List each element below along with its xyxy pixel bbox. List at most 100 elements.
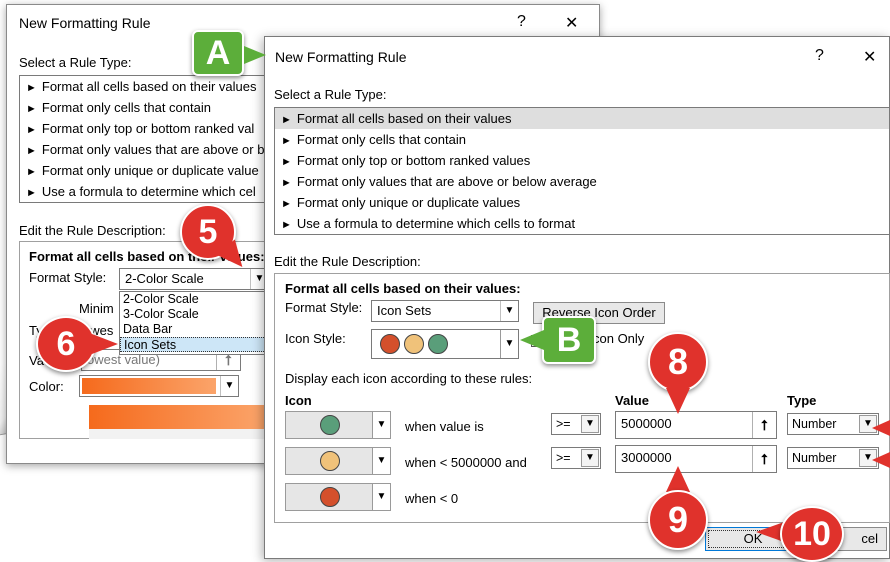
chevron-down-icon[interactable]: ▼ — [372, 412, 390, 438]
front-rule-item[interactable]: ► Format only cells that contain — [275, 129, 889, 150]
back-format-style-select[interactable]: 2-Color Scale ▼ — [119, 268, 269, 290]
back-select-rule-type-label: Select a Rule Type: — [19, 55, 132, 70]
callout-9-pointer — [666, 466, 690, 492]
back-preview-shadow — [89, 429, 265, 439]
dropdown-option[interactable]: 3-Color Scale — [120, 307, 268, 322]
front-close-button[interactable]: ✕ — [863, 47, 876, 67]
rule3-icon-select[interactable]: ▼ — [285, 483, 391, 511]
callout-9-badge: 9 — [648, 490, 708, 550]
display-rules-label: Display each icon according to these rul… — [285, 371, 533, 386]
rule1-operator-select[interactable]: >= ▼ — [551, 413, 601, 435]
front-rule-item[interactable]: ► Format only values that are above or be… — [275, 171, 889, 192]
front-rule-item[interactable]: ► Format only unique or duplicate values — [275, 192, 889, 213]
rule2-value-input[interactable]: 3000000 ⭡ — [615, 445, 777, 473]
chevron-down-icon[interactable]: ▼ — [372, 484, 390, 510]
chevron-down-icon[interactable]: ▼ — [500, 301, 518, 321]
front-select-rule-type-label: Select a Rule Type: — [274, 87, 387, 102]
front-rule-type-list[interactable]: ► Format all cells based on their values … — [274, 107, 890, 235]
rule2-operator-select[interactable]: >= ▼ — [551, 447, 601, 469]
callout-6-badge: 6 — [36, 316, 96, 372]
arrow-icon: ► — [281, 219, 292, 231]
callout-8-badge: 8 — [648, 332, 708, 392]
rule1-condition: when value is — [405, 419, 484, 434]
color-swatch — [82, 378, 216, 394]
back-close-button[interactable]: ✕ — [565, 13, 578, 33]
arrow-icon: ► — [26, 166, 37, 178]
callout-b-badge: B — [542, 316, 596, 364]
upload-arrow-icon[interactable]: ⭡ — [752, 446, 776, 472]
back-preview-bar — [89, 405, 265, 429]
front-rule-item[interactable]: ► Use a formula to determine which cells … — [275, 213, 889, 234]
back-format-style-dropdown[interactable]: 2-Color Scale 3-Color Scale Data Bar Ico… — [119, 291, 269, 355]
back-color-select[interactable]: ▼ — [79, 375, 239, 397]
green-circle-icon — [428, 334, 448, 354]
icon-style-select[interactable]: ▼ — [371, 329, 519, 359]
show-icon-only-label: con Only — [593, 331, 645, 346]
red-circle-icon — [380, 334, 400, 354]
rule2-type-select[interactable]: Number ▼ — [787, 447, 879, 469]
yellow-circle-icon — [404, 334, 424, 354]
chevron-down-icon[interactable]: ▼ — [372, 448, 390, 474]
back-rule-item[interactable]: ► Format all cells based on their values — [20, 76, 270, 97]
rule3-condition: when < 0 — [405, 491, 459, 506]
col-type-header: Type — [787, 393, 817, 408]
back-format-style-label: Format Style: — [29, 270, 107, 285]
arrow-icon: ► — [26, 103, 37, 115]
back-rule-type-list[interactable]: ► Format all cells based on their values … — [19, 75, 271, 203]
arrow-icon: ► — [26, 82, 37, 94]
callout-edge-pointer-bottom — [872, 452, 890, 468]
chevron-down-icon[interactable]: ▼ — [500, 330, 518, 358]
rule2-condition: when < 5000000 and — [405, 455, 527, 470]
back-rule-item[interactable]: ► Format only values that are above or b — [20, 139, 270, 160]
callout-8-pointer — [666, 388, 690, 414]
front-format-style-label: Format Style: — [285, 300, 363, 315]
arrow-icon: ► — [281, 114, 292, 126]
rule1-icon-select[interactable]: ▼ — [285, 411, 391, 439]
front-rule-item[interactable]: ► Format only top or bottom ranked values — [275, 150, 889, 171]
dropdown-option[interactable]: Data Bar — [120, 322, 268, 337]
upload-arrow-icon[interactable]: ⭡ — [752, 412, 776, 438]
front-edit-rule-label: Edit the Rule Description: — [274, 254, 421, 269]
chevron-down-icon[interactable]: ▼ — [581, 415, 599, 433]
back-rule-item[interactable]: ► Format only top or bottom ranked val — [20, 118, 270, 139]
arrow-icon: ► — [26, 124, 37, 136]
front-help-button[interactable]: ? — [815, 47, 824, 65]
dropdown-option[interactable]: 2-Color Scale — [120, 292, 268, 307]
front-dialog: New Formatting Rule ? ✕ Select a Rule Ty… — [264, 36, 890, 559]
callout-a-pointer — [244, 46, 266, 64]
arrow-icon: ► — [26, 187, 37, 199]
back-rule-item[interactable]: ► Format only unique or duplicate value — [20, 160, 270, 181]
front-format-style-select[interactable]: Icon Sets ▼ — [371, 300, 519, 322]
chevron-down-icon[interactable]: ▼ — [220, 376, 238, 396]
col-icon-header: Icon — [285, 393, 312, 408]
back-edit-rule-label: Edit the Rule Description: — [19, 223, 166, 238]
arrow-icon: ► — [281, 177, 292, 189]
yellow-circle-icon — [320, 451, 340, 471]
callout-edge-pointer-top — [872, 420, 890, 436]
front-icon-style-label: Icon Style: — [285, 331, 346, 346]
front-dialog-title: New Formatting Rule — [275, 49, 407, 65]
chevron-down-icon[interactable]: ▼ — [581, 449, 599, 467]
callout-6-pointer — [92, 334, 118, 354]
callout-10-badge: 10 — [780, 506, 844, 562]
back-dialog-title: New Formatting Rule — [19, 15, 151, 31]
red-circle-icon — [320, 487, 340, 507]
green-circle-icon — [320, 415, 340, 435]
rule1-value-input[interactable]: 5000000 ⭡ — [615, 411, 777, 439]
arrow-icon: ► — [26, 145, 37, 157]
callout-a-badge: A — [192, 30, 244, 76]
arrow-icon: ► — [281, 156, 292, 168]
front-format-all-heading: Format all cells based on their values: — [285, 281, 521, 296]
dropdown-option-selected[interactable]: Icon Sets — [120, 337, 268, 352]
back-rule-item[interactable]: ► Format only cells that contain — [20, 97, 270, 118]
callout-b-pointer — [520, 330, 544, 350]
back-color-label: Color: — [29, 379, 64, 394]
rule2-icon-select[interactable]: ▼ — [285, 447, 391, 475]
rule1-type-select[interactable]: Number ▼ — [787, 413, 879, 435]
back-help-button[interactable]: ? — [517, 13, 526, 31]
arrow-icon: ► — [281, 135, 292, 147]
col-value-header: Value — [615, 393, 649, 408]
back-rule-item[interactable]: ► Use a formula to determine which cel — [20, 181, 270, 202]
front-rule-item-selected[interactable]: ► Format all cells based on their values — [275, 108, 889, 129]
back-minimum-label: Minim — [79, 301, 114, 316]
